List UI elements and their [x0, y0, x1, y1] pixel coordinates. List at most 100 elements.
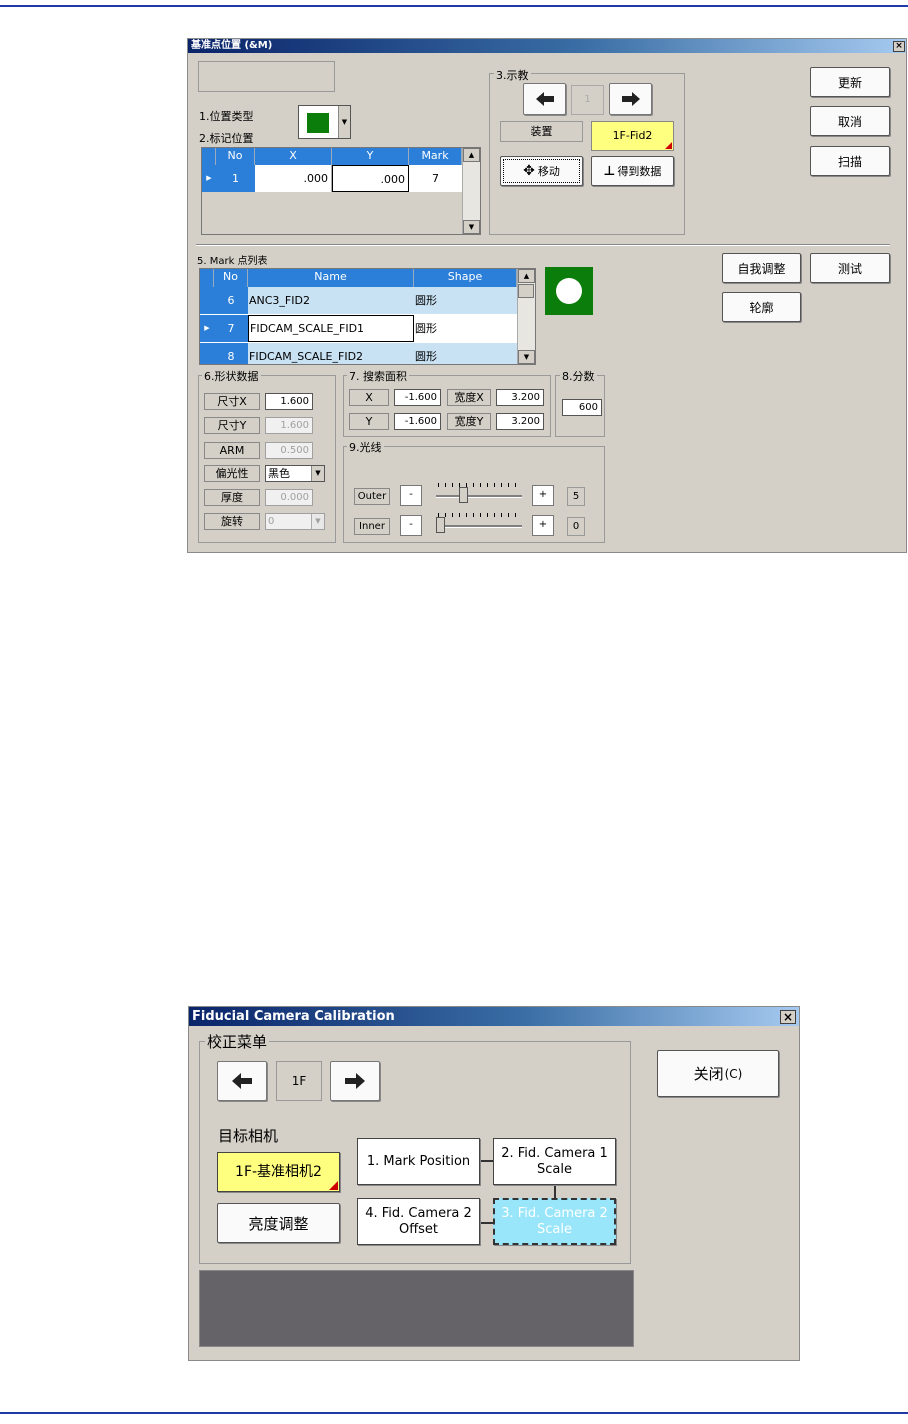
- inner-slider[interactable]: [436, 513, 522, 537]
- width-x-label: 宽度X: [447, 389, 491, 406]
- list-item-shape: 圆形: [414, 343, 517, 364]
- close-c-shortcut: (C): [724, 1066, 743, 1081]
- step-4-fid-camera-2-offset[interactable]: 4. Fid. Camera 2 Offset: [357, 1198, 480, 1245]
- next-button[interactable]: [330, 1061, 380, 1101]
- outline-button[interactable]: 轮廓: [722, 292, 801, 322]
- device-value[interactable]: 1F-Fid2: [591, 121, 674, 151]
- fiducial-camera-calibration-window: Fiducial Camera Calibration × 校正菜单 1F 目标…: [188, 1006, 800, 1361]
- search-x-label: X: [349, 389, 389, 406]
- connector-2-3: [554, 1186, 556, 1198]
- list-item-no: 8: [214, 343, 248, 364]
- arrow-left-icon: [535, 92, 554, 106]
- scroll-up-icon[interactable]: ▲: [463, 148, 480, 162]
- scroll-down-icon[interactable]: ▼: [463, 220, 480, 234]
- mark-list-table: No Name Shape 6 ANC3_FID2 圆形 ▶ 7 FIDCAM_…: [199, 268, 536, 365]
- scroll-thumb[interactable]: [518, 284, 534, 298]
- table-row[interactable]: ▶ 1 .000 .000 7: [202, 165, 462, 192]
- bottom-rule: [0, 1412, 908, 1414]
- shape-preview: [545, 267, 593, 315]
- update-button[interactable]: 更新: [810, 67, 890, 97]
- step-4-label-line1: 4. Fid. Camera 2: [365, 1205, 472, 1221]
- score-field[interactable]: 600: [562, 399, 602, 416]
- mark-list-scrollbar[interactable]: ▲ ▼: [517, 269, 535, 364]
- width-x-field[interactable]: 3.200: [496, 389, 544, 406]
- search-y-label: Y: [349, 413, 389, 430]
- arm-field[interactable]: 0.500: [265, 442, 313, 459]
- outer-plus-button[interactable]: +: [532, 485, 554, 506]
- row-x[interactable]: .000: [255, 165, 332, 192]
- width-y-field[interactable]: 3.200: [496, 413, 544, 430]
- arm-label: ARM: [204, 442, 260, 459]
- list-item-name: FIDCAM_SCALE_FID1: [248, 315, 414, 342]
- fiducial-position-window: 基准点位置 (&M) × 1.位置类型 ▼ 2.标记位置 No X Y Mark…: [187, 38, 907, 553]
- list-item-indicator: ▶: [200, 315, 214, 342]
- size-x-field[interactable]: 1.600: [265, 393, 313, 410]
- cancel-button[interactable]: 取消: [810, 106, 890, 136]
- chevron-down-icon[interactable]: ▼: [311, 514, 324, 529]
- position-type-select[interactable]: ▼: [298, 105, 351, 139]
- move-icon: ✥: [523, 163, 535, 179]
- calibration-menu-label: 校正菜单: [205, 1031, 270, 1052]
- step-1-mark-position[interactable]: 1. Mark Position: [357, 1138, 480, 1185]
- list-item[interactable]: 6 ANC3_FID2 圆形: [200, 287, 517, 315]
- mark-list-header-name: Name: [248, 269, 414, 287]
- close-button[interactable]: ×: [780, 1010, 796, 1024]
- chevron-down-icon[interactable]: ▼: [311, 466, 324, 481]
- target-camera-value: 1F-基准相机2: [235, 1164, 322, 1180]
- chevron-down-icon[interactable]: ▼: [338, 106, 350, 138]
- close-button[interactable]: ×: [893, 41, 905, 52]
- rotation-select[interactable]: 0 ▼: [265, 513, 325, 530]
- auto-adjust-button[interactable]: 自我调整: [722, 253, 801, 283]
- row-mark[interactable]: 7: [409, 165, 462, 192]
- close-c-button[interactable]: 关闭 (C): [657, 1050, 779, 1097]
- step-2-label-line2: Scale: [537, 1161, 572, 1177]
- step-3-label-line1: 3. Fid. Camera 2: [501, 1205, 608, 1221]
- step-3-fid-camera-2-scale[interactable]: 3. Fid. Camera 2 Scale: [493, 1198, 616, 1245]
- search-x-field[interactable]: -1.600: [394, 389, 441, 406]
- get-data-button-label: 得到数据: [617, 165, 662, 178]
- inner-minus-button[interactable]: -: [400, 515, 422, 536]
- mark-list-header-no: No: [214, 269, 248, 287]
- top-rule: [0, 5, 908, 7]
- get-data-button[interactable]: ⊥ 得到数据: [591, 156, 674, 186]
- scroll-down-icon[interactable]: ▼: [518, 350, 535, 364]
- target-camera-label: 目标相机: [218, 1127, 279, 1145]
- window-title: 基准点位置 (&M): [188, 39, 906, 53]
- size-y-field[interactable]: 1.600: [265, 417, 313, 434]
- shape-data-label: 6.形状数据: [202, 368, 261, 384]
- next-button[interactable]: [609, 83, 652, 115]
- step-2-fid-camera-1-scale[interactable]: 2. Fid. Camera 1 Scale: [493, 1138, 616, 1185]
- info-field: [198, 61, 335, 92]
- table-scrollbar[interactable]: ▲ ▼: [462, 148, 480, 234]
- polarity-select[interactable]: 黑色 ▼: [265, 465, 325, 482]
- target-camera-select[interactable]: 1F-基准相机2: [217, 1152, 340, 1192]
- connector-1-2: [480, 1160, 493, 1162]
- outer-minus-button[interactable]: -: [400, 485, 422, 506]
- prev-button[interactable]: [523, 83, 566, 115]
- list-item[interactable]: 8 FIDCAM_SCALE_FID2 圆形: [200, 343, 517, 364]
- thickness-field[interactable]: 0.000: [265, 489, 313, 506]
- row-y[interactable]: .000: [332, 165, 409, 192]
- list-item[interactable]: ▶ 7 FIDCAM_SCALE_FID1 圆形: [200, 315, 517, 343]
- list-item-shape: 圆形: [414, 287, 517, 314]
- size-x-label: 尺寸X: [204, 393, 260, 410]
- scan-button[interactable]: 扫描: [810, 146, 890, 176]
- mark-list-header-corner: [200, 269, 214, 287]
- prev-button[interactable]: [217, 1061, 267, 1101]
- inner-slider-thumb[interactable]: [436, 517, 445, 533]
- search-y-field[interactable]: -1.600: [394, 413, 441, 430]
- move-button[interactable]: ✥ 移动: [500, 156, 583, 186]
- inner-label: Inner: [354, 518, 390, 535]
- outer-slider-thumb[interactable]: [459, 487, 468, 503]
- list-item-shape: 圆形: [414, 315, 517, 342]
- brightness-adjust-button[interactable]: 亮度调整: [217, 1203, 340, 1243]
- test-button[interactable]: 测试: [810, 253, 890, 283]
- outer-slider[interactable]: [436, 483, 522, 507]
- inner-plus-button[interactable]: +: [532, 515, 554, 536]
- width-y-label: 宽度Y: [447, 413, 491, 430]
- data-chart-icon: ⊥: [603, 163, 616, 179]
- thickness-label: 厚度: [204, 489, 260, 506]
- outer-value: 5: [567, 487, 585, 506]
- arrow-right-icon: [621, 92, 640, 106]
- scroll-up-icon[interactable]: ▲: [518, 269, 535, 283]
